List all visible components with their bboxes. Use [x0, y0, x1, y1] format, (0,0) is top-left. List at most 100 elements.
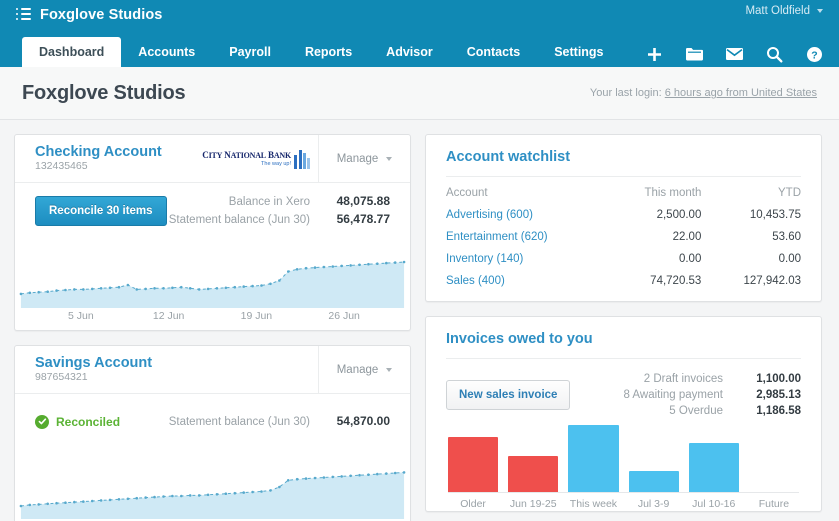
- envelope-icon[interactable]: [723, 43, 745, 65]
- axis-tick: 12 Jun: [152, 310, 185, 322]
- checking-account-name[interactable]: Checking Account: [35, 144, 198, 160]
- brand-row: Foxglove Studios Matt Oldfield: [0, 0, 839, 29]
- page-title: Foxglove Studios: [22, 81, 186, 104]
- check-circle-icon: [35, 414, 49, 429]
- balance-value: 48,075.88: [336, 193, 390, 208]
- savings-account-name[interactable]: Savings Account: [35, 355, 318, 371]
- invoice-stat-label: 2 Draft invoices: [643, 373, 723, 385]
- reconcile-button[interactable]: Reconcile 30 items: [35, 195, 167, 226]
- help-icon[interactable]: ?: [803, 43, 825, 65]
- savings-account-identity: Savings Account 987654321: [15, 355, 318, 384]
- new-sales-invoice-button[interactable]: New sales invoice: [446, 380, 571, 410]
- sparkline-point: [215, 287, 219, 290]
- savings-manage-dropdown[interactable]: Manage: [318, 346, 410, 393]
- primary-tabs: Dashboard Accounts Payroll Reports Advis…: [0, 29, 839, 67]
- checking-manage-label: Manage: [336, 152, 379, 165]
- balance-row: Statement balance (Jun 30) 56,478.77: [169, 211, 390, 229]
- sparkline-point: [367, 262, 370, 266]
- sparkline-point: [269, 489, 272, 492]
- checking-manage-dropdown[interactable]: Manage: [318, 135, 410, 182]
- bar-axis-label: Jun 19-25: [509, 498, 557, 510]
- watchlist-account-link[interactable]: Inventory (140): [426, 248, 614, 270]
- sparkline-point: [82, 500, 85, 503]
- sparkline-point: [286, 270, 290, 273]
- page-title-strip: Foxglove Studios Your last login: 6 hour…: [0, 67, 839, 120]
- sparkline-point: [108, 286, 112, 290]
- folder-icon[interactable]: [683, 43, 705, 65]
- watchlist-account-link[interactable]: Sales (400): [426, 270, 614, 301]
- watchlist-account-link[interactable]: Advertising (600): [426, 204, 614, 226]
- sparkline-point: [37, 503, 40, 506]
- sparkline-point: [162, 287, 165, 290]
- invoices-owed-card: Invoices owed to you New sales invoice 2…: [425, 316, 822, 512]
- tab-advisor[interactable]: Advisor: [369, 37, 450, 67]
- bar: [628, 470, 679, 492]
- invoice-stat-row: 8 Awaiting payment 2,985.13: [623, 387, 801, 403]
- search-icon[interactable]: [763, 43, 785, 65]
- left-column: Checking Account 132435465 CITY NATIONAL…: [14, 134, 411, 521]
- column-header-ytd: YTD: [778, 187, 801, 199]
- sparkline-point: [304, 266, 308, 270]
- tab-dashboard[interactable]: Dashboard: [22, 37, 122, 67]
- bank-logo-tagline: The way up!: [261, 161, 291, 167]
- bar-axis-label: Future: [758, 498, 790, 510]
- bar-column[interactable]: [749, 425, 799, 492]
- sparkline-point: [180, 494, 183, 498]
- sparkline-point: [313, 476, 317, 480]
- sparkline-area: [20, 262, 405, 308]
- sparkline-point: [82, 288, 85, 291]
- axis-tick: 19 Jun: [240, 310, 273, 322]
- plus-icon[interactable]: [643, 43, 665, 65]
- watchlist-this-month: 2,500.00: [656, 209, 702, 221]
- tab-accounts[interactable]: Accounts: [121, 37, 212, 67]
- sparkline-point: [126, 497, 130, 501]
- savings-manage-label: Manage: [336, 363, 379, 376]
- list-icon[interactable]: [16, 8, 31, 21]
- savings-account-body: Reconciled Statement balance (Jun 30) 54…: [15, 394, 410, 449]
- bar-column[interactable]: [688, 425, 739, 492]
- sparkline-point: [180, 285, 183, 289]
- sparkline-point: [251, 490, 254, 494]
- watchlist-this-month: 74,720.53: [650, 275, 702, 287]
- sparkline-point: [188, 287, 192, 290]
- user-menu[interactable]: Matt Oldfield: [745, 5, 823, 17]
- checking-sparkline-axis: 5 Jun 12 Jun 19 Jun 26 Jun: [15, 310, 410, 322]
- sparkline-point: [64, 501, 67, 504]
- sparkline-point: [286, 479, 290, 482]
- sparkline-point: [376, 262, 379, 265]
- sparkline-point: [358, 473, 361, 477]
- bar-column[interactable]: [508, 425, 559, 492]
- last-login-link[interactable]: 6 hours ago from United States: [665, 87, 817, 99]
- bar: [448, 437, 499, 492]
- tab-contacts[interactable]: Contacts: [450, 37, 537, 67]
- tab-payroll[interactable]: Payroll: [212, 37, 288, 67]
- tab-reports[interactable]: Reports: [288, 37, 369, 67]
- dashboard-grid: Checking Account 132435465 CITY NATIONAL…: [0, 120, 839, 521]
- sparkline-point: [64, 288, 67, 292]
- bar-column[interactable]: [448, 425, 499, 492]
- sparkline-point: [144, 496, 147, 499]
- checking-account-header: Checking Account 132435465 CITY NATIONAL…: [15, 135, 410, 183]
- bar-column[interactable]: [628, 425, 679, 492]
- bank-logo: CITY NATIONAL BANK The way up!: [198, 149, 318, 169]
- bar-axis-label: This week: [569, 498, 618, 510]
- bank-logo-text: CITY NATIONAL BANK The way up!: [202, 150, 291, 167]
- sparkline-point: [402, 471, 406, 474]
- bar-axis-label: Jul 3-9: [637, 498, 670, 510]
- checking-account-identity: Checking Account 132435465: [15, 144, 198, 173]
- invoice-stat-value: 1,100.00: [756, 373, 801, 385]
- bar-column[interactable]: [568, 425, 619, 492]
- sparkline-point: [358, 263, 361, 267]
- checking-sparkline-svg: [19, 260, 406, 308]
- header-icon-bar: ?: [643, 43, 825, 65]
- watchlist-ytd: 127,942.03: [743, 275, 801, 287]
- table-row: Advertising (600) 2,500.00 10,453.75: [426, 204, 821, 226]
- sparkline-point: [215, 493, 219, 496]
- invoices-owed-title: Invoices owed to you: [446, 331, 593, 347]
- savings-status-label: Reconciled: [56, 414, 121, 429]
- column-header-account: Account: [446, 187, 488, 199]
- tab-settings[interactable]: Settings: [537, 37, 620, 67]
- watchlist-account-link[interactable]: Entertainment (620): [426, 226, 614, 248]
- watchlist-this-month: 0.00: [678, 253, 702, 265]
- sparkline-point: [197, 494, 201, 497]
